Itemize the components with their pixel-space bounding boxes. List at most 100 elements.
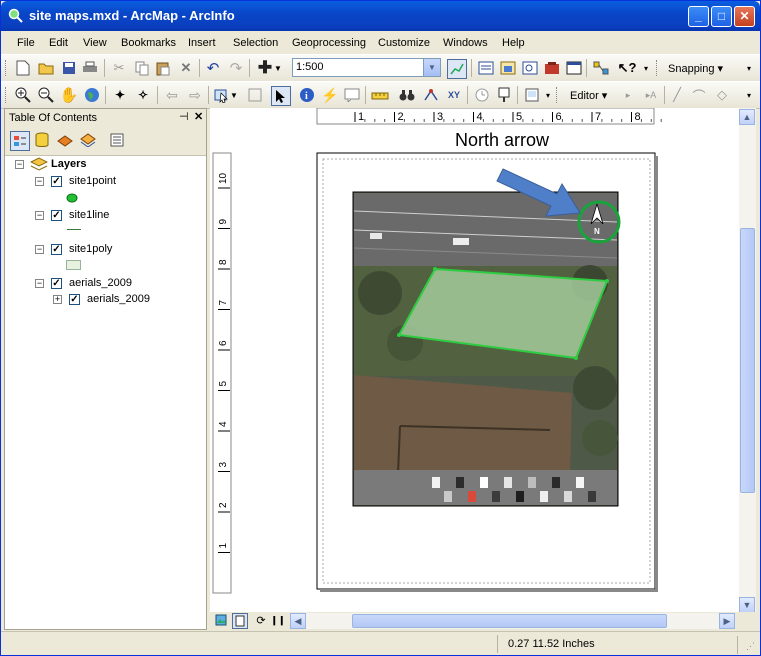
layer-visibility-checkbox[interactable]: ✓	[69, 294, 80, 305]
layer-collapse-toggle[interactable]: −	[35, 279, 44, 288]
clear-selection-icon[interactable]	[246, 86, 264, 104]
toolbar-grip[interactable]	[656, 60, 660, 76]
options-icon[interactable]	[108, 131, 126, 149]
chevron-down-icon[interactable]: ▼	[423, 59, 440, 76]
delete-icon[interactable]: ✕	[177, 59, 195, 77]
catalog-window-icon[interactable]	[499, 59, 517, 77]
redo-icon[interactable]: ↷	[227, 59, 245, 77]
toolbar-overflow-icon[interactable]: ▾	[744, 59, 754, 77]
list-by-source-icon[interactable]	[33, 131, 51, 149]
model-builder-icon[interactable]	[592, 59, 610, 77]
html-popup-icon[interactable]	[343, 86, 361, 104]
close-button[interactable]: ✕	[734, 6, 755, 27]
layer-name[interactable]: aerials_2009	[87, 293, 150, 305]
layer-name[interactable]: site1line	[69, 209, 109, 221]
polygon-symbol-icon[interactable]	[66, 260, 81, 270]
menu-windows[interactable]: Windows	[443, 37, 488, 49]
list-by-selection-icon[interactable]	[79, 131, 97, 149]
menu-file[interactable]: File	[17, 37, 35, 49]
snapping-menu[interactable]: Snapping ▾	[668, 62, 723, 75]
horizontal-scroll-thumb[interactable]	[352, 614, 667, 628]
create-viewer-window-icon[interactable]	[495, 86, 513, 104]
list-by-visibility-icon[interactable]	[56, 131, 74, 149]
go-to-xy-icon[interactable]: XY	[445, 86, 463, 104]
go-back-icon[interactable]: ⇦	[163, 86, 181, 104]
pause-drawing-icon[interactable]: ❙❙	[270, 613, 285, 627]
zoom-in-icon[interactable]	[14, 86, 32, 104]
layout-view-canvas[interactable]: 12345678 10 9 8 7 6 5 4 3 2 1 N North ar…	[210, 108, 739, 612]
select-features-icon[interactable]	[212, 86, 230, 104]
add-data-dropdown-icon[interactable]: ▼	[273, 59, 283, 77]
list-by-drawing-order-icon[interactable]	[10, 131, 30, 151]
scroll-down-arrow-icon[interactable]: ▼	[739, 597, 755, 613]
vertical-scrollbar[interactable]: ▲ ▼	[739, 108, 756, 613]
menu-edit[interactable]: Edit	[49, 37, 68, 49]
data-frame-label[interactable]: Layers	[51, 158, 86, 170]
resize-grip-icon[interactable]: ⋰	[746, 641, 755, 652]
pin-icon[interactable]: ⊣	[179, 110, 189, 123]
group-layer-name[interactable]: aerials_2009	[69, 277, 132, 289]
arctoolbox-icon[interactable]	[543, 59, 561, 77]
refresh-icon[interactable]: ⟳	[254, 613, 268, 627]
zoom-out-icon[interactable]	[37, 86, 55, 104]
table-of-contents-icon[interactable]	[477, 59, 495, 77]
layers-collapse-toggle[interactable]: −	[15, 160, 24, 169]
scroll-right-arrow-icon[interactable]: ▶	[719, 613, 735, 629]
layer-visibility-checkbox[interactable]: ✓	[51, 278, 62, 289]
add-data-icon[interactable]: ✚	[256, 58, 274, 77]
layer-visibility-checkbox[interactable]: ✓	[51, 244, 62, 255]
identify-icon[interactable]: i	[298, 86, 316, 104]
measure-icon[interactable]	[371, 86, 389, 104]
copy-icon[interactable]	[133, 59, 151, 77]
layout-view-icon[interactable]	[523, 86, 541, 104]
toolbar-overflow-icon[interactable]: ▾	[744, 86, 754, 104]
menu-help[interactable]: Help	[502, 37, 525, 49]
layer-name[interactable]: site1point	[69, 175, 116, 187]
map-scale-combo[interactable]: 1:500 ▼	[292, 58, 441, 77]
maximize-button[interactable]: □	[711, 6, 732, 27]
straight-segment-icon[interactable]: ╱	[668, 86, 686, 104]
hyperlink-icon[interactable]: ⚡	[321, 86, 339, 104]
layout-view-toggle-icon[interactable]	[232, 613, 248, 629]
print-icon[interactable]	[81, 59, 99, 77]
save-icon[interactable]	[60, 59, 78, 77]
title-bar[interactable]: site maps.mxd - ArcMap - ArcInfo _ □ ✕	[1, 1, 760, 31]
cut-icon[interactable]: ✂	[110, 59, 128, 77]
construction-tools-icon[interactable]: ◇	[713, 86, 731, 104]
open-folder-icon[interactable]	[37, 59, 55, 77]
edit-tool-icon[interactable]: ▸	[619, 86, 637, 104]
toolbar-overflow-icon[interactable]: ▾	[642, 59, 650, 77]
fixed-zoom-in-icon[interactable]: ✦	[111, 86, 129, 104]
scroll-up-arrow-icon[interactable]: ▲	[739, 109, 755, 125]
fixed-zoom-out-icon[interactable]: ✧	[134, 86, 152, 104]
point-symbol-icon[interactable]	[66, 193, 78, 206]
undo-icon[interactable]: ↶	[204, 59, 222, 77]
horizontal-scrollbar[interactable]: ◀ ▶	[290, 613, 735, 629]
editor-menu[interactable]: Editor ▾	[570, 89, 607, 102]
find-route-icon[interactable]	[422, 86, 440, 104]
close-icon[interactable]: ✕	[194, 110, 203, 123]
menu-bookmarks[interactable]: Bookmarks	[121, 37, 176, 49]
layer-collapse-toggle[interactable]: −	[35, 245, 44, 254]
menu-selection[interactable]: Selection	[233, 37, 278, 49]
paste-icon[interactable]	[154, 59, 172, 77]
toolbar-grip[interactable]	[556, 87, 560, 103]
menu-view[interactable]: View	[83, 37, 107, 49]
toolbar-grip[interactable]	[5, 87, 9, 103]
select-dropdown-icon[interactable]: ▼	[229, 86, 239, 104]
layer-name[interactable]: site1poly	[69, 243, 112, 255]
layer-visibility-checkbox[interactable]: ✓	[51, 176, 62, 187]
new-document-icon[interactable]	[14, 59, 32, 77]
whats-this-icon[interactable]: ↖?	[618, 59, 637, 77]
trace-icon[interactable]: ⌒	[690, 86, 708, 104]
layer-visibility-checkbox[interactable]: ✓	[51, 210, 62, 221]
edit-annotation-icon[interactable]: ▸A	[642, 86, 660, 104]
pan-hand-icon[interactable]: ✋	[60, 86, 79, 104]
toolbar-grip[interactable]	[5, 60, 9, 76]
layer-expand-toggle[interactable]: +	[53, 295, 62, 304]
menu-geoprocessing[interactable]: Geoprocessing	[292, 37, 366, 49]
toolbar-overflow-icon[interactable]: ▾	[544, 86, 552, 104]
find-binoculars-icon[interactable]	[398, 86, 416, 104]
go-forward-icon[interactable]: ⇨	[186, 86, 204, 104]
vertical-scroll-thumb[interactable]	[740, 228, 755, 493]
